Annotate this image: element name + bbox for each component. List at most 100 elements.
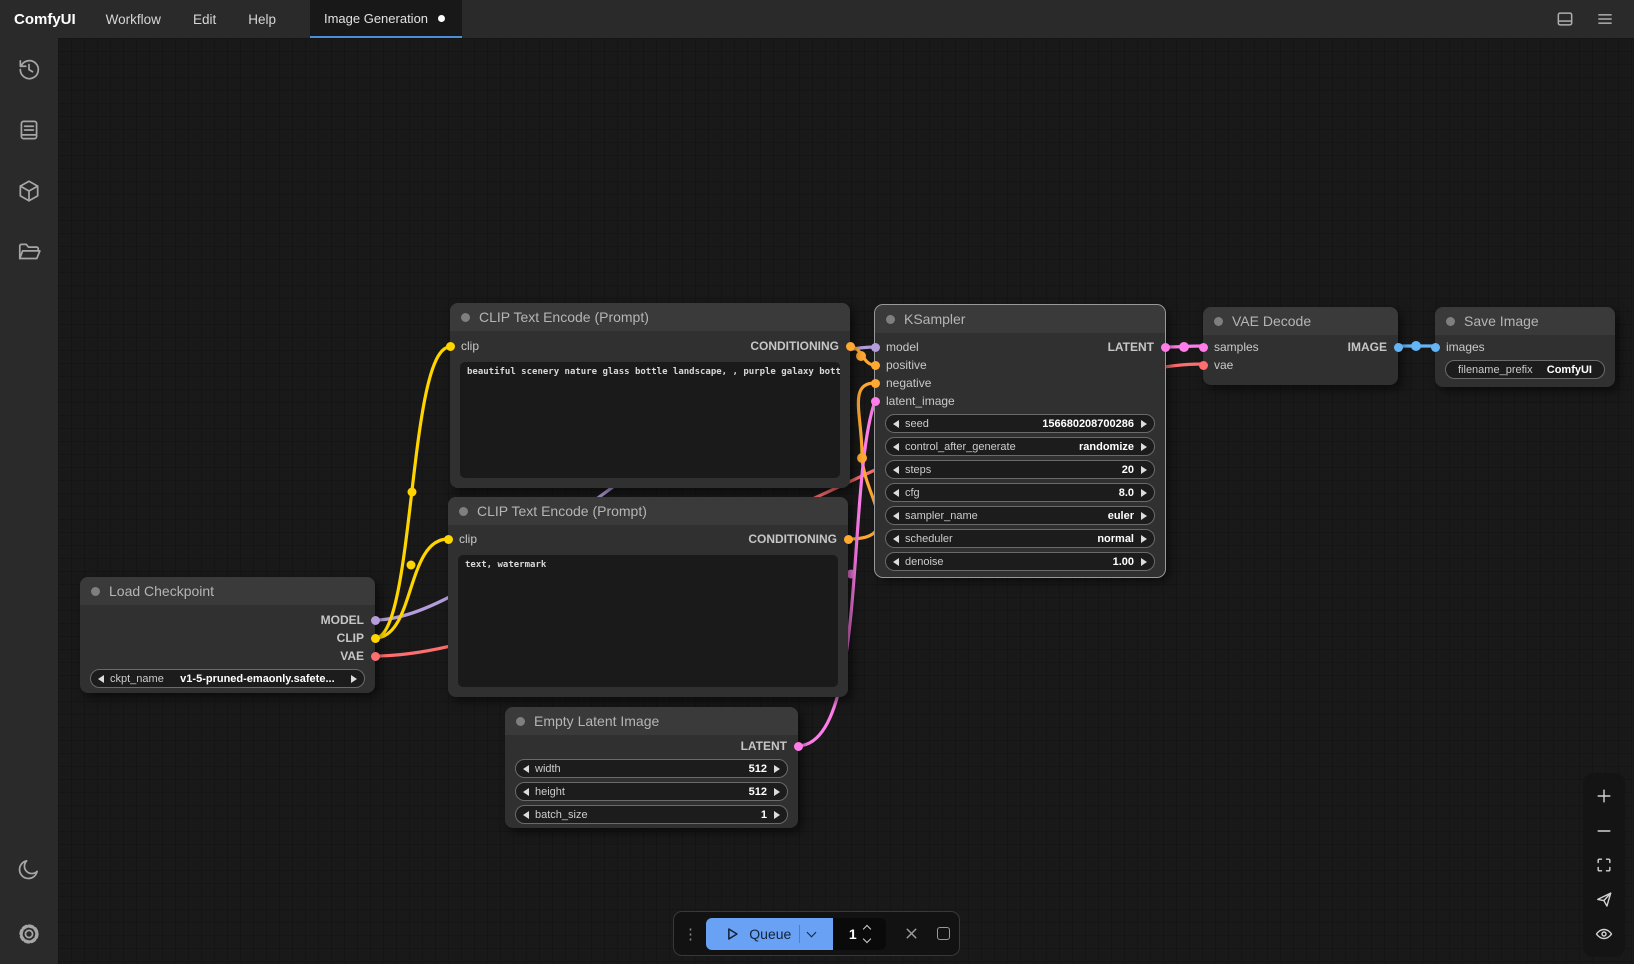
settings-gear-icon[interactable]	[9, 914, 49, 954]
port-conditioning-output[interactable]	[844, 535, 853, 544]
node-clip-text-encode-positive[interactable]: CLIP Text Encode (Prompt) clip CONDITION…	[450, 303, 850, 488]
port-images-input[interactable]	[1431, 343, 1440, 352]
widget-width[interactable]: width 512	[515, 759, 788, 778]
decrement-arrow-icon[interactable]	[893, 466, 899, 474]
increment-arrow-icon[interactable]	[1141, 512, 1147, 520]
collapse-dot-icon[interactable]	[516, 717, 525, 726]
port-conditioning-output[interactable]	[846, 342, 855, 351]
port-latent-output[interactable]	[794, 742, 803, 751]
port-latent-output[interactable]	[1161, 343, 1170, 352]
increment-arrow-icon[interactable]	[1141, 489, 1147, 497]
widget-control-after-generate[interactable]: control_after_generate randomize	[885, 437, 1155, 456]
widget-steps[interactable]: steps 20	[885, 460, 1155, 479]
stop-button[interactable]	[937, 927, 950, 940]
step-up-icon[interactable]	[862, 924, 870, 932]
node-load-checkpoint[interactable]: Load Checkpoint MODEL CLIP VAE ckpt_name…	[80, 577, 375, 693]
port-clip-output[interactable]	[371, 634, 380, 643]
menu-edit[interactable]: Edit	[177, 0, 232, 38]
node-header[interactable]: KSampler	[875, 305, 1165, 333]
collapse-dot-icon[interactable]	[459, 507, 468, 516]
node-header[interactable]: Load Checkpoint	[80, 577, 375, 605]
step-down-icon[interactable]	[862, 934, 870, 942]
widget-height[interactable]: height 512	[515, 782, 788, 801]
batch-count-spinner[interactable]: 1	[833, 918, 886, 950]
increment-arrow-icon[interactable]	[1141, 558, 1147, 566]
node-header[interactable]: Save Image	[1435, 307, 1615, 335]
prompt-textarea[interactable]: beautiful scenery nature glass bottle la…	[460, 362, 840, 478]
increment-arrow-icon[interactable]	[774, 811, 780, 819]
widget-sampler-name[interactable]: sampler_name euler	[885, 506, 1155, 525]
collapse-dot-icon[interactable]	[886, 315, 895, 324]
batch-count-value[interactable]: 1	[849, 926, 857, 942]
toggle-links-eye-button[interactable]	[1591, 921, 1617, 947]
theme-toggle-moon-icon[interactable]	[9, 849, 49, 889]
port-samples-input[interactable]	[1199, 343, 1208, 352]
chevron-down-icon[interactable]	[807, 927, 817, 937]
collapse-dot-icon[interactable]	[1446, 317, 1455, 326]
queue-button[interactable]: Queue	[706, 918, 833, 950]
port-model-output[interactable]	[371, 616, 380, 625]
drag-handle-icon[interactable]: ⋮	[683, 925, 698, 943]
node-ksampler[interactable]: KSampler model LATENT positive negative …	[875, 305, 1165, 577]
increment-arrow-icon[interactable]	[1141, 420, 1147, 428]
queue-log-icon[interactable]	[9, 110, 49, 150]
port-positive-input[interactable]	[871, 361, 880, 370]
widget-seed[interactable]: seed 156680208700286	[885, 414, 1155, 433]
decrement-arrow-icon[interactable]	[893, 420, 899, 428]
decrement-arrow-icon[interactable]	[523, 811, 529, 819]
widget-batch-size[interactable]: batch_size 1	[515, 805, 788, 824]
port-clip-input[interactable]	[444, 535, 453, 544]
widget-ckpt-name[interactable]: ckpt_name v1-5-pruned-emaonly.safete...	[90, 669, 365, 688]
hamburger-menu-icon[interactable]	[1590, 4, 1620, 34]
count-stepper[interactable]	[864, 926, 870, 942]
widget-scheduler[interactable]: scheduler normal	[885, 529, 1155, 548]
increment-arrow-icon[interactable]	[1141, 443, 1147, 451]
menu-workflow[interactable]: Workflow	[90, 0, 177, 38]
widget-filename-prefix[interactable]: filename_prefix ComfyUI	[1445, 360, 1605, 379]
node-header[interactable]: CLIP Text Encode (Prompt)	[450, 303, 850, 331]
decrement-arrow-icon[interactable]	[893, 535, 899, 543]
widget-denoise[interactable]: denoise 1.00	[885, 552, 1155, 571]
node-header[interactable]: CLIP Text Encode (Prompt)	[448, 497, 848, 525]
workflows-folder-icon[interactable]	[9, 232, 49, 272]
increment-arrow-icon[interactable]	[774, 788, 780, 796]
clear-queue-button[interactable]	[903, 925, 920, 942]
queue-bar[interactable]: ⋮ Queue 1	[673, 911, 960, 956]
tab-image-generation[interactable]: Image Generation	[310, 0, 462, 38]
node-save-image[interactable]: Save Image images filename_prefix ComfyU…	[1435, 307, 1615, 387]
decrement-arrow-icon[interactable]	[523, 765, 529, 773]
increment-arrow-icon[interactable]	[774, 765, 780, 773]
port-negative-input[interactable]	[871, 379, 880, 388]
port-vae-output[interactable]	[371, 652, 380, 661]
workflow-history-icon[interactable]	[9, 49, 49, 89]
node-clip-text-encode-negative[interactable]: CLIP Text Encode (Prompt) clip CONDITION…	[448, 497, 848, 697]
decrement-arrow-icon[interactable]	[893, 512, 899, 520]
decrement-arrow-icon[interactable]	[893, 489, 899, 497]
decrement-arrow-icon[interactable]	[98, 675, 104, 683]
increment-arrow-icon[interactable]	[1141, 466, 1147, 474]
widget-cfg[interactable]: cfg 8.0	[885, 483, 1155, 502]
node-empty-latent-image[interactable]: Empty Latent Image LATENT width 512 heig…	[505, 707, 798, 828]
fit-view-button[interactable]	[1591, 852, 1617, 878]
port-vae-input[interactable]	[1199, 361, 1208, 370]
port-clip-input[interactable]	[446, 342, 455, 351]
node-header[interactable]: Empty Latent Image	[505, 707, 798, 735]
port-model-input[interactable]	[871, 343, 880, 352]
increment-arrow-icon[interactable]	[1141, 535, 1147, 543]
bottom-panel-icon[interactable]	[1550, 4, 1580, 34]
increment-arrow-icon[interactable]	[351, 675, 357, 683]
port-latent-image-input[interactable]	[871, 397, 880, 406]
node-vae-decode[interactable]: VAE Decode samples IMAGE vae	[1203, 307, 1398, 385]
collapse-dot-icon[interactable]	[1214, 317, 1223, 326]
zoom-in-button[interactable]	[1591, 783, 1617, 809]
zoom-out-button[interactable]	[1591, 818, 1617, 844]
decrement-arrow-icon[interactable]	[893, 558, 899, 566]
decrement-arrow-icon[interactable]	[893, 443, 899, 451]
node-library-icon[interactable]	[9, 171, 49, 211]
port-image-output[interactable]	[1394, 343, 1403, 352]
prompt-textarea[interactable]: text, watermark	[458, 555, 838, 687]
collapse-dot-icon[interactable]	[461, 313, 470, 322]
decrement-arrow-icon[interactable]	[523, 788, 529, 796]
collapse-dot-icon[interactable]	[91, 587, 100, 596]
node-header[interactable]: VAE Decode	[1203, 307, 1398, 335]
